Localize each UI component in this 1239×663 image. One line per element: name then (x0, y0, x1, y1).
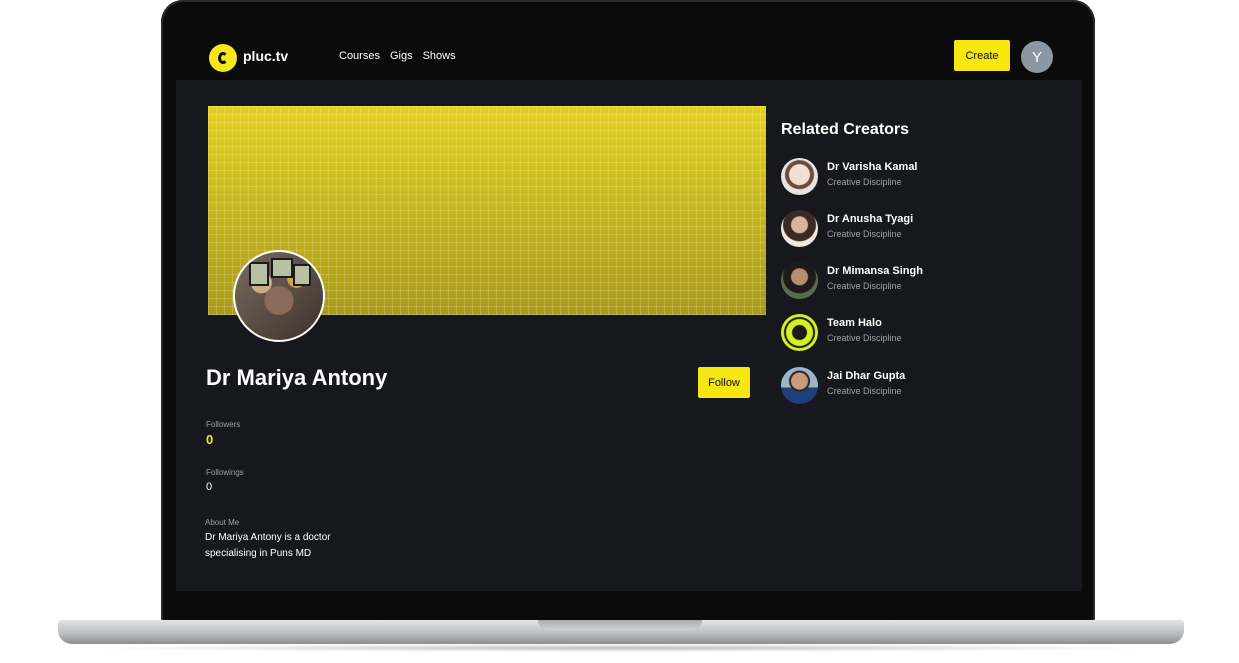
profile-avatar (233, 250, 325, 342)
profile-name: Dr Mariya Antony (206, 365, 388, 390)
photo-frame-decoration (249, 262, 269, 286)
top-navigation-bar: pluc.tv Courses Gigs Shows Create Y (176, 24, 1082, 80)
photo-frame-decoration (293, 264, 311, 286)
creator-item[interactable]: Dr Anusha Tyagi Creative Discipline (781, 210, 1041, 248)
pluc-logo-icon[interactable] (209, 44, 237, 72)
creator-discipline: Creative Discipline (827, 281, 902, 291)
creator-item[interactable]: Dr Mimansa Singh Creative Discipline (781, 262, 1041, 300)
followings-label: Followings (206, 468, 244, 477)
creator-discipline: Creative Discipline (827, 333, 902, 343)
laptop-notch (538, 620, 702, 630)
creator-name: Dr Varisha Kamal (827, 161, 918, 173)
creator-discipline: Creative Discipline (827, 229, 902, 239)
create-button[interactable]: Create (954, 40, 1010, 71)
laptop-shadow (80, 644, 1160, 652)
creator-name: Dr Anusha Tyagi (827, 213, 914, 225)
creator-discipline: Creative Discipline (827, 386, 902, 396)
photo-frame-decoration (271, 258, 293, 278)
creator-avatar (781, 367, 818, 404)
followers-label: Followers (206, 420, 241, 429)
about-label: About Me (205, 518, 240, 527)
creator-item[interactable]: Team Halo Creative Discipline (781, 314, 1041, 352)
app-screen: pluc.tv Courses Gigs Shows Create Y Dr M… (176, 24, 1082, 591)
nav-shows[interactable]: Shows (423, 50, 456, 62)
about-text: Dr Mariya Antony is a doctor specialisin… (205, 532, 331, 559)
creator-item[interactable]: Jai Dhar Gupta Creative Discipline (781, 367, 1041, 405)
creator-avatar (781, 314, 818, 351)
followings-count: 0 (206, 481, 213, 493)
creator-name: Jai Dhar Gupta (827, 370, 906, 382)
creator-discipline: Creative Discipline (827, 177, 902, 187)
creator-name: Team Halo (827, 317, 882, 329)
user-avatar[interactable]: Y (1021, 41, 1053, 73)
creator-avatar (781, 210, 818, 247)
creator-item[interactable]: Dr Varisha Kamal Creative Discipline (781, 158, 1041, 196)
main-nav: Courses Gigs Shows (339, 50, 456, 62)
logo-text[interactable]: pluc.tv (243, 48, 288, 64)
creator-avatar (781, 158, 818, 195)
related-creators-title: Related Creators (781, 121, 910, 138)
creator-name: Dr Mimansa Singh (827, 265, 923, 277)
nav-courses[interactable]: Courses (339, 50, 380, 62)
followers-count: 0 (206, 432, 214, 447)
creator-avatar (781, 262, 818, 299)
nav-gigs[interactable]: Gigs (390, 50, 413, 62)
follow-button[interactable]: Follow (698, 367, 750, 398)
